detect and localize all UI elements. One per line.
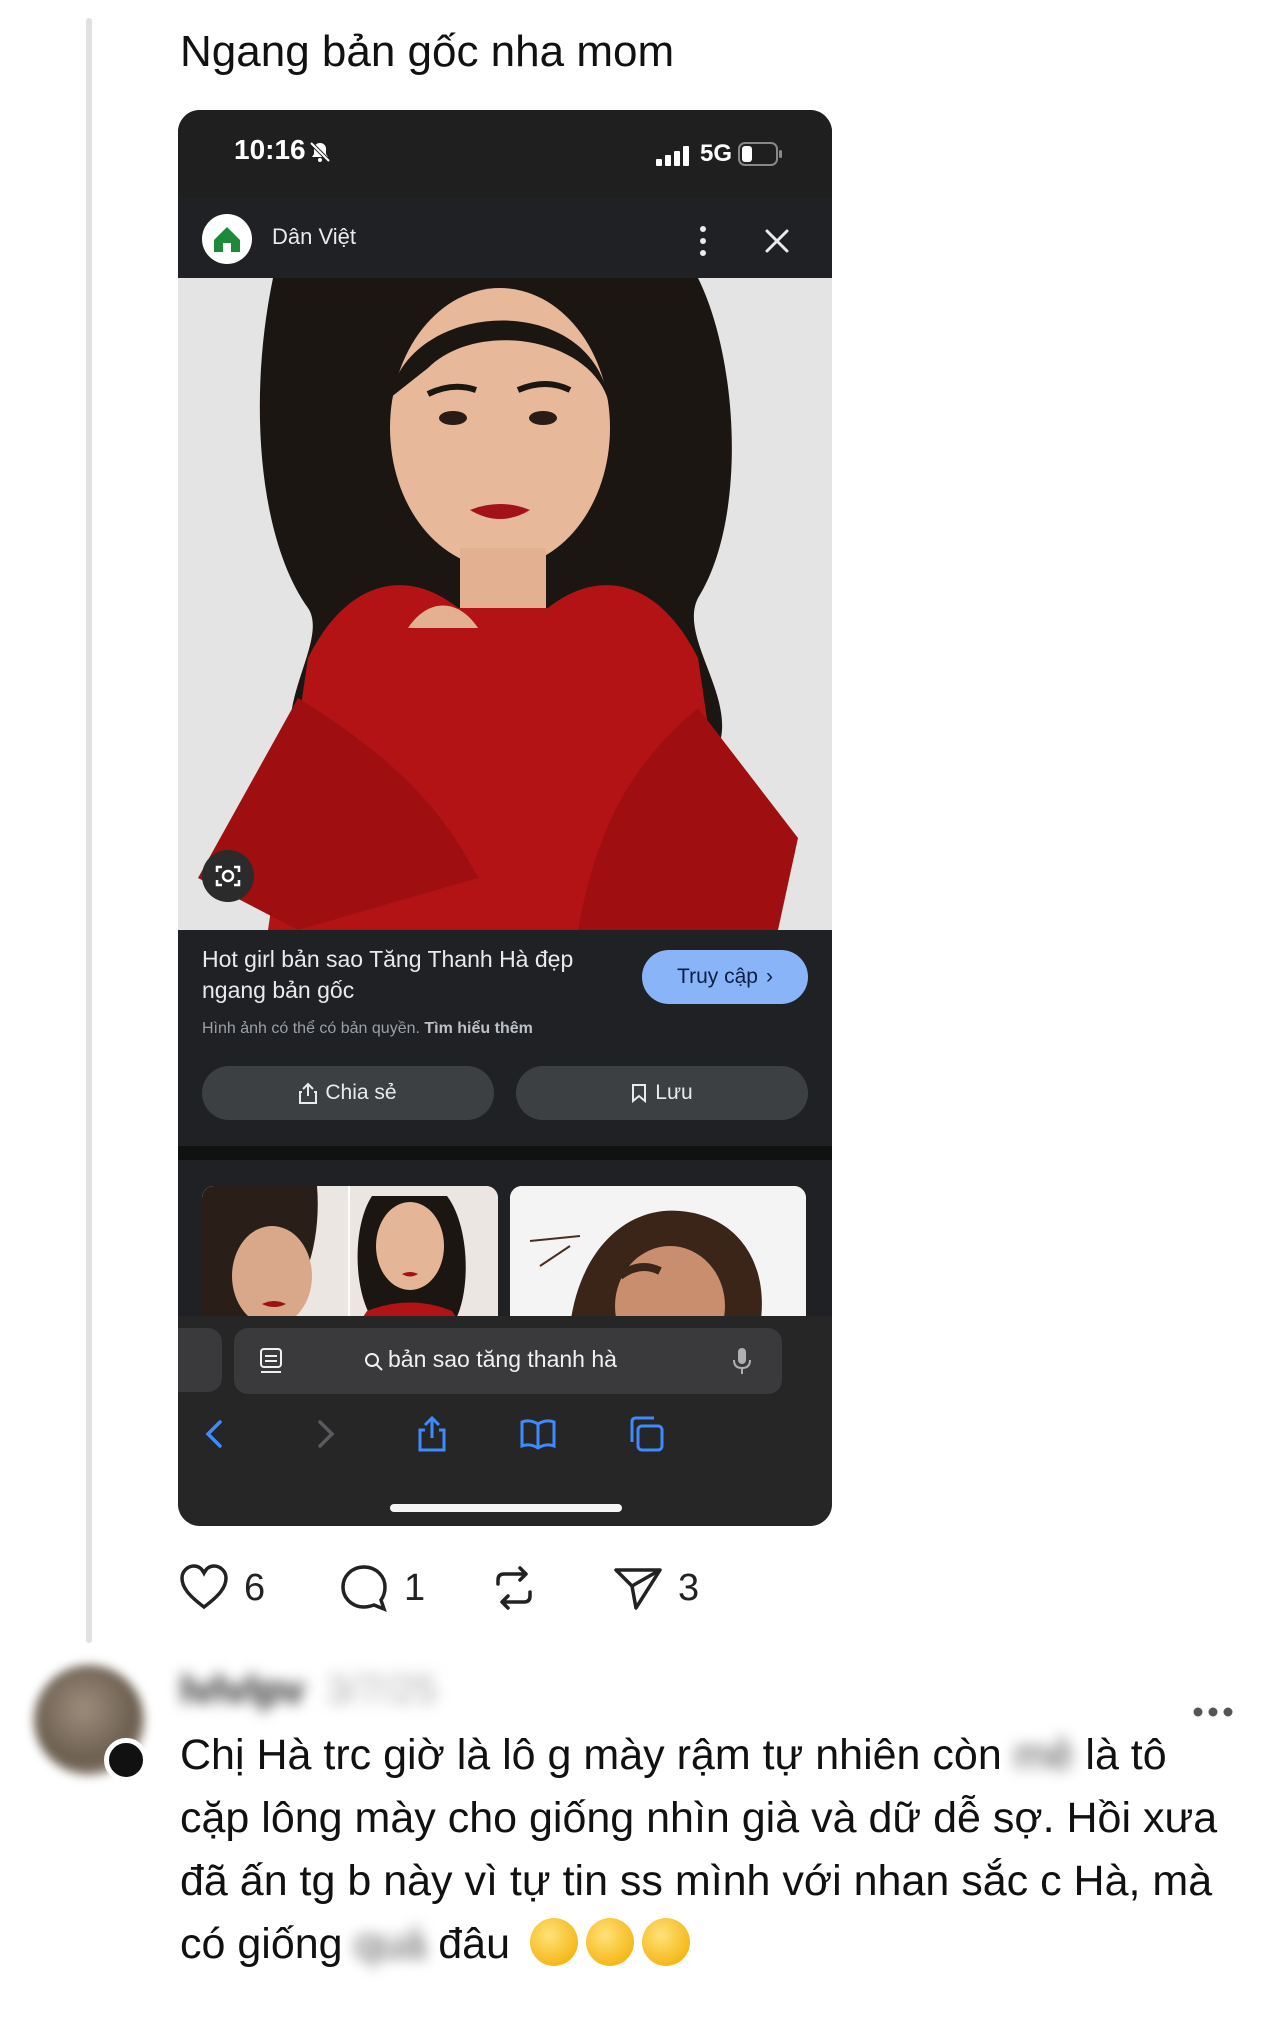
share-icon[interactable] (412, 1414, 452, 1454)
result-image[interactable] (178, 278, 832, 930)
search-icon (365, 1353, 383, 1371)
send-button[interactable]: 3 (612, 1560, 699, 1616)
image-title[interactable]: Hot girl bản sao Tăng Thanh Hà đẹp ngang… (202, 944, 642, 1006)
reply-text-part-3: đâu (438, 1920, 510, 1968)
microphone-icon[interactable] (732, 1346, 752, 1376)
previous-tab-preview[interactable] (178, 1328, 222, 1392)
save-button[interactable]: Lưu (516, 1066, 808, 1120)
repost-icon (496, 1566, 532, 1610)
bookmark-icon (632, 1084, 647, 1103)
chevron-right-icon: › (765, 965, 773, 988)
reply-text-part-1: Chị Hà trc giờ là lô g mày rậm tự nhiên … (180, 1731, 1002, 1779)
comment-icon (341, 1565, 387, 1613)
copyright-notice: Hình ảnh có thể có bản quyền. Tìm hiểu t… (202, 1020, 533, 1038)
share-label: Chia sẻ (325, 1081, 397, 1104)
repost-button[interactable] (488, 1560, 540, 1616)
page-menu-icon[interactable] (258, 1346, 284, 1376)
comment-count: 1 (404, 1566, 426, 1609)
site-name[interactable]: Dân Việt (272, 224, 356, 250)
laughing-emoji-icon (641, 1918, 690, 1966)
related-thumbnail[interactable] (510, 1186, 806, 1326)
reply-date: 3/7/25 (326, 1668, 438, 1712)
related-thumbnail[interactable] (202, 1186, 498, 1326)
send-count: 3 (678, 1566, 700, 1609)
post-text: Ngang bản gốc nha mom (180, 27, 675, 76)
comment-button[interactable]: 1 (338, 1560, 425, 1616)
close-icon[interactable] (764, 228, 790, 254)
follow-badge-icon[interactable] (104, 1738, 148, 1782)
bookmarks-icon[interactable] (518, 1414, 558, 1454)
laughing-emoji-icon (529, 1918, 578, 1966)
network-type: 5G (700, 140, 733, 167)
send-icon (614, 1568, 662, 1610)
share-button[interactable]: Chia sẻ (202, 1066, 494, 1120)
home-indicator (390, 1504, 622, 1512)
reply-text: Chị Hà trc giờ là lô g mày rậm tự nhiên … (180, 1724, 1240, 1976)
lens-search-icon[interactable] (202, 850, 254, 902)
battery-icon (738, 142, 782, 166)
learn-more-link[interactable]: Tìm hiểu thêm (424, 1020, 532, 1037)
more-options-icon[interactable] (1192, 1706, 1234, 1718)
address-text[interactable]: bản sao tăng thanh hà (388, 1346, 617, 1373)
reply-username[interactable]: lvlvlpv (180, 1668, 305, 1713)
censored-word: quá (354, 1920, 427, 1968)
signal-icon (656, 146, 689, 166)
save-label: Lưu (655, 1081, 693, 1104)
thread-line (86, 18, 92, 1643)
forward-icon[interactable] (304, 1414, 344, 1454)
laughing-emoji-icon (585, 1918, 634, 1966)
censored-word: mẻ (1013, 1731, 1074, 1779)
status-time: 10:16 (234, 134, 306, 165)
heart-icon (180, 1564, 228, 1610)
section-divider (178, 1146, 832, 1160)
like-count: 6 (244, 1566, 266, 1609)
share-icon (299, 1082, 318, 1104)
portrait-illustration (178, 278, 832, 930)
like-button[interactable]: 6 (178, 1560, 265, 1616)
bell-off-icon (309, 141, 331, 163)
tabs-icon[interactable] (626, 1414, 666, 1454)
visit-button[interactable]: Truy cập › (642, 950, 808, 1004)
dan-viet-logo[interactable] (202, 214, 252, 264)
visit-label: Truy cập (677, 965, 758, 988)
copyright-text: Hình ảnh có thể có bản quyền. (202, 1020, 420, 1037)
back-icon[interactable] (196, 1414, 236, 1454)
more-vertical-icon[interactable] (696, 224, 710, 258)
phone-screenshot[interactable]: 10:16 5G Dân Việt Hot girl bản sao Tăng … (178, 110, 832, 1526)
